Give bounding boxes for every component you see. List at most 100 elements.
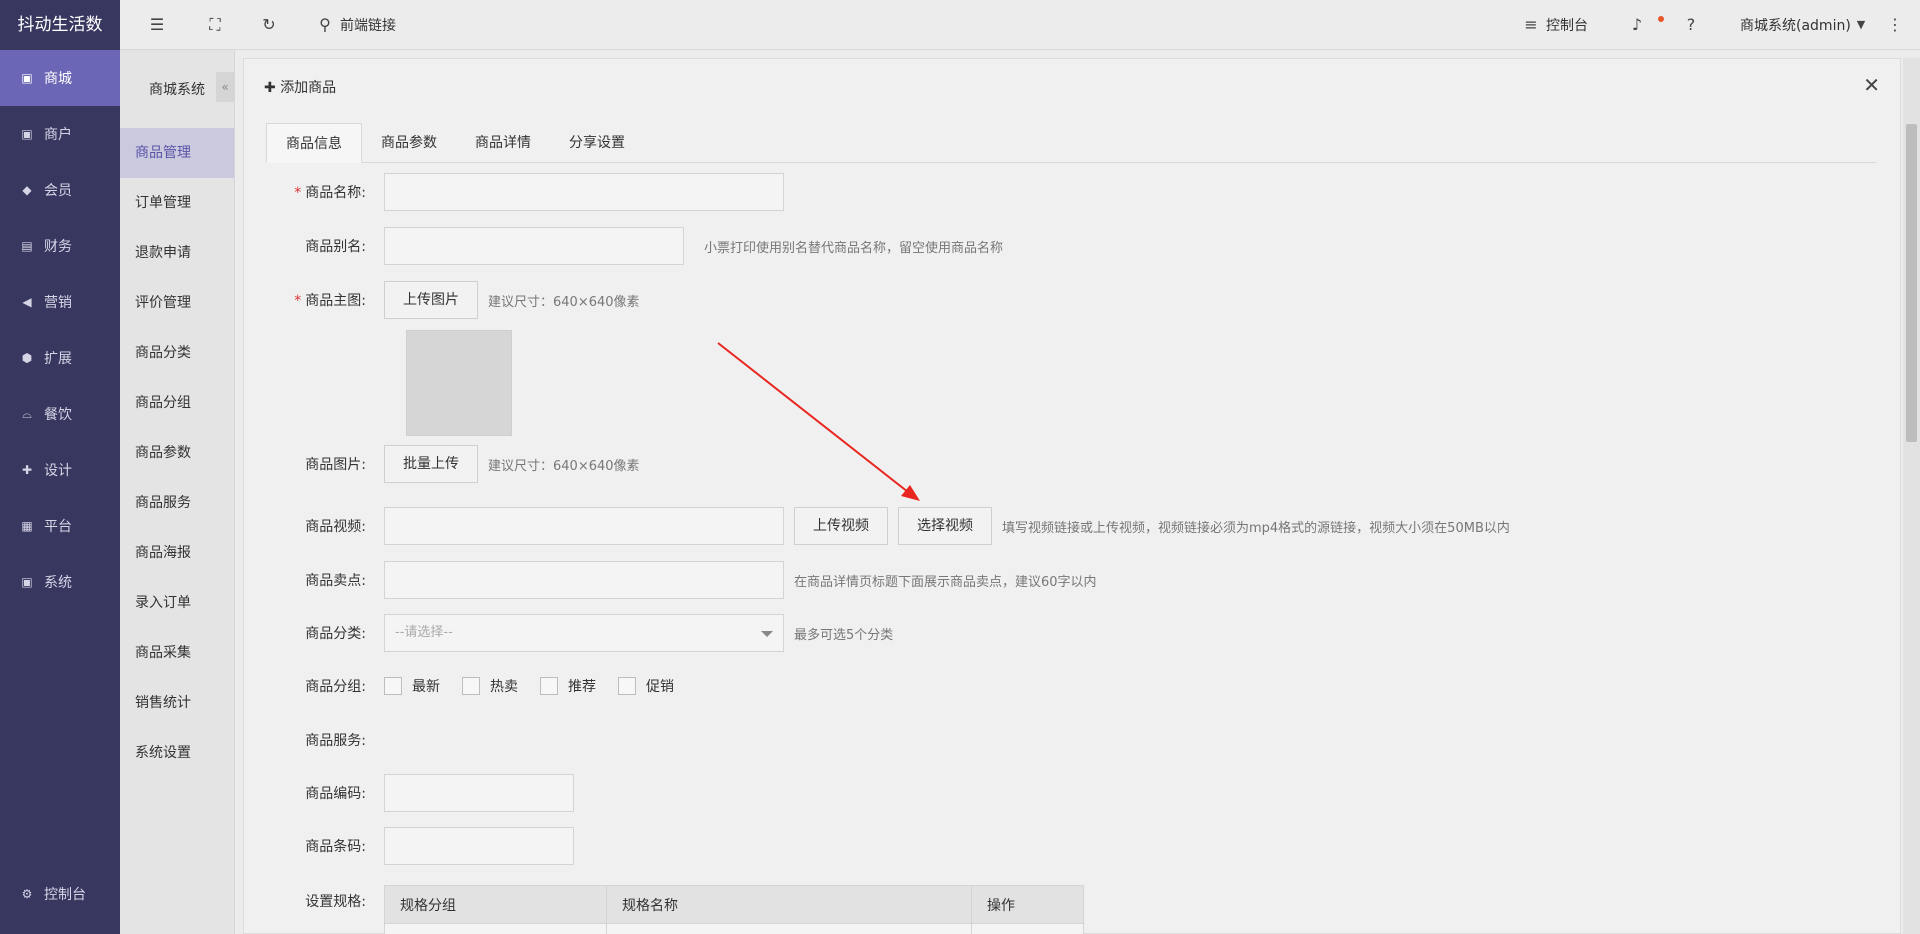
scrollbar-thumb[interactable] <box>1906 124 1917 442</box>
group-checkbox-recommend[interactable] <box>540 677 558 695</box>
collapse-icon[interactable]: « <box>216 72 234 102</box>
chevron-down-icon[interactable]: ▼ <box>1852 16 1870 34</box>
sidebar-item-design[interactable]: ✚ 设计 <box>0 442 120 498</box>
group-checkbox-promo[interactable] <box>618 677 636 695</box>
group-label: 商品分组: <box>305 679 366 695</box>
group-checkbox-newest[interactable] <box>384 677 402 695</box>
chevron-down-icon <box>761 631 773 637</box>
video-hint: 填写视频链接或上传视频，视频链接必须为mp4格式的源链接，视频大小须在50MB以… <box>1002 520 1510 536</box>
tab-goods-params[interactable]: 商品参数 <box>362 123 456 163</box>
gallery-label: 商品图片: <box>305 457 366 473</box>
sidebar-item-label: 商城 <box>44 71 72 87</box>
main-image-label: 商品主图: <box>305 293 366 309</box>
sidebar-item-shop[interactable]: ▣ 商城 <box>0 50 120 106</box>
sidebar-item-orders[interactable]: 订单管理 <box>120 178 234 228</box>
sidebar-item-platform[interactable]: ▦ 平台 <box>0 498 120 554</box>
sidebar-item-params[interactable]: 商品参数 <box>120 428 234 478</box>
notification-dot <box>1658 16 1664 22</box>
plus-icon: ✚ <box>264 80 276 96</box>
spec-header-name: 规格名称 <box>606 885 972 924</box>
megaphone-icon: ◀ <box>22 295 32 309</box>
sidebar-item-services[interactable]: 商品服务 <box>120 478 234 528</box>
video-label: 商品视频: <box>305 519 366 535</box>
user-menu[interactable]: 商城系统(admin) <box>1740 15 1851 35</box>
group-option-label: 最新 <box>412 679 440 695</box>
more-icon[interactable]: ⋮ <box>1886 16 1904 34</box>
sidebar-item-goods[interactable]: 商品管理 <box>120 128 234 178</box>
sidebar-item-finance[interactable]: ▤ 财务 <box>0 218 120 274</box>
upload-video-button[interactable]: 上传视频 <box>794 507 888 545</box>
goods-code-input[interactable] <box>384 774 574 812</box>
barcode-label: 商品条码: <box>305 839 366 855</box>
goods-alias-input[interactable] <box>384 227 684 265</box>
sidebar-item-enter-order[interactable]: 录入订单 <box>120 578 234 628</box>
top-bar: ☰ ⛶ ↻ ⚲ 前端链接 ≡ 控制台 ♪ ? 商城系统(admin) ▼ ⋮ <box>120 0 1920 50</box>
group-option-label: 推荐 <box>568 679 596 695</box>
video-url-input[interactable] <box>384 507 784 545</box>
help-icon[interactable]: ? <box>1682 16 1700 34</box>
console-link[interactable]: 控制台 <box>1546 15 1588 35</box>
tab-bar: 商品信息 商品参数 商品详情 分享设置 <box>266 123 1876 163</box>
select-video-button[interactable]: 选择视频 <box>898 507 992 545</box>
link-icon: ⚲ <box>319 15 331 34</box>
category-select[interactable]: --请选择-- <box>384 614 784 652</box>
sidebar-item-categories[interactable]: 商品分类 <box>120 328 234 378</box>
member-icon: ◆ <box>22 183 32 197</box>
alias-hint: 小票打印使用别名替代商品名称，留空使用商品名称 <box>704 240 1004 256</box>
refresh-icon[interactable]: ↻ <box>260 16 278 34</box>
service-label: 商品服务: <box>305 733 366 749</box>
monitor-icon: ▣ <box>21 575 33 589</box>
selling-point-input[interactable] <box>384 561 784 599</box>
shop-icon: ▣ <box>21 71 33 85</box>
sidebar-item-member[interactable]: ◆ 会员 <box>0 162 120 218</box>
sidebar-item-label: 控制台 <box>44 887 86 903</box>
sidebar-item-reviews[interactable]: 评价管理 <box>120 278 234 328</box>
tab-goods-detail[interactable]: 商品详情 <box>456 123 550 163</box>
sidebar-item-refunds[interactable]: 退款申请 <box>120 228 234 278</box>
close-icon[interactable]: ✕ <box>1863 73 1880 97</box>
table-row <box>971 923 1084 934</box>
gallery-size-hint: 建议尺寸：640×640像素 <box>488 458 640 474</box>
upload-image-button[interactable]: 上传图片 <box>384 281 478 319</box>
spec-header-group: 规格分组 <box>384 885 607 924</box>
page-scrollbar[interactable] <box>1903 58 1920 934</box>
menu-fold-icon[interactable]: ☰ <box>148 16 166 34</box>
sidebar-item-posters[interactable]: 商品海报 <box>120 528 234 578</box>
sidebar-item-label: 营销 <box>44 295 72 311</box>
group-option-label: 促销 <box>646 679 674 695</box>
add-goods-panel: ✚ 添加商品 ✕ 商品信息 商品参数 商品详情 分享设置 * 商品名称: 商品别名… <box>243 58 1901 934</box>
sidebar-item-label: 设计 <box>44 463 72 479</box>
main-image-size-hint: 建议尺寸：640×640像素 <box>488 294 640 310</box>
main-image-preview[interactable] <box>406 330 512 436</box>
group-checkbox-hot[interactable] <box>462 677 480 695</box>
goods-barcode-input[interactable] <box>384 827 574 865</box>
sidebar-item-settings[interactable]: 系统设置 <box>120 728 234 778</box>
table-row <box>606 923 972 934</box>
sidebar-item-groups[interactable]: 商品分组 <box>120 378 234 428</box>
sidebar-item-extension[interactable]: ⬢ 扩展 <box>0 330 120 386</box>
sidebar-item-label: 平台 <box>44 519 72 535</box>
goods-name-input[interactable] <box>384 173 784 211</box>
brand-logo[interactable]: 抖动生活数 <box>0 0 120 50</box>
tab-goods-info[interactable]: 商品信息 <box>266 123 362 163</box>
main-sidebar: 抖动生活数 ▣ 商城 ▣ 商户 ◆ 会员 ▤ 财务 ◀ 营销 ⬢ 扩展 ⌓ 餐饮 ✚ 设计 ▦ 平… <box>0 0 120 934</box>
bell-icon[interactable]: ♪ <box>1628 16 1646 34</box>
frontend-link[interactable]: 前端链接 <box>340 15 396 35</box>
sidebar-item-console[interactable]: ⚙ 控制台 <box>0 866 120 922</box>
batch-upload-button[interactable]: 批量上传 <box>384 445 478 483</box>
sidebar-item-marketing[interactable]: ◀ 营销 <box>0 274 120 330</box>
sidebar-item-merchant[interactable]: ▣ 商户 <box>0 106 120 162</box>
sidebar-item-dining[interactable]: ⌓ 餐饮 <box>0 386 120 442</box>
category-label: 商品分类: <box>305 626 366 642</box>
sub-sidebar: 商城系统 « 商品管理 订单管理 退款申请 评价管理 商品分类 商品分组 商品参… <box>120 50 235 934</box>
sidebar-item-collect[interactable]: 商品采集 <box>120 628 234 678</box>
spec-label: 设置规格: <box>305 894 366 910</box>
spec-table: 规格分组 规格名称 操作 <box>384 885 1084 934</box>
fullscreen-icon[interactable]: ⛶ <box>206 16 224 34</box>
sub-sidebar-title: 商城系统 <box>149 82 205 98</box>
sidebar-item-sales-stats[interactable]: 销售统计 <box>120 678 234 728</box>
finance-icon: ▤ <box>21 239 33 253</box>
grid-icon: ▦ <box>21 519 33 533</box>
sidebar-item-system[interactable]: ▣ 系统 <box>0 554 120 610</box>
tab-share-settings[interactable]: 分享设置 <box>550 123 644 163</box>
